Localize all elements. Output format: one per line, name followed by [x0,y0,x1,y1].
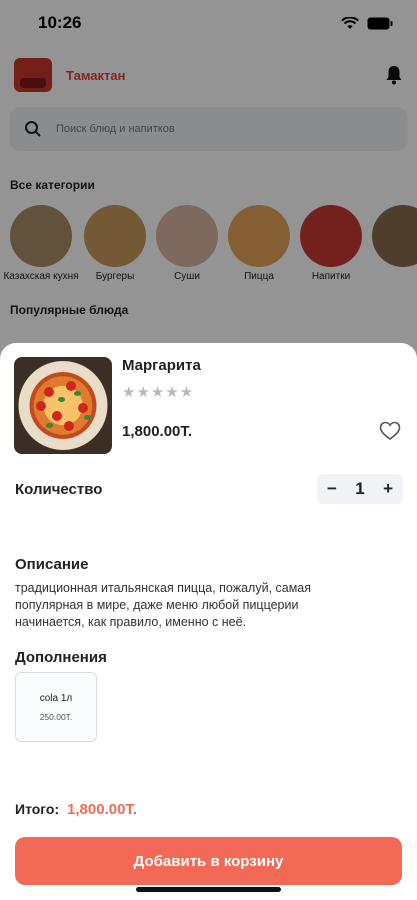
total-value: 1,800.00Т. [67,801,138,818]
home-indicator[interactable] [136,887,281,892]
description-title: Описание [15,556,89,573]
total-row: Итого: 1,800.00Т. [15,801,137,818]
quantity-stepper: − 1 + [317,474,403,504]
heart-icon[interactable] [379,421,401,441]
total-label: Итого: [15,801,60,817]
add-to-cart-button[interactable]: Добавить в корзину [15,837,402,885]
add-to-cart-label: Добавить в корзину [133,852,284,870]
addon-card[interactable]: cola 1л 250.00Т. [15,672,97,742]
description-text: традиционная итальянская пицца, пожалуй,… [15,581,312,629]
addon-price: 250.00Т. [39,712,73,722]
product-name: Маргарита [122,357,201,374]
product-image [14,357,112,454]
addons-title: Дополнения [15,649,107,666]
rating-stars: ★★★★★ [122,384,195,401]
quantity-label: Количество [15,481,103,498]
increment-button[interactable]: + [383,479,393,499]
decrement-button[interactable]: − [327,479,337,499]
product-price: 1,800.00Т. [122,423,193,440]
quantity-value: 1 [355,479,365,498]
product-sheet: Маргарита ★★★★★ 1,800.00Т. Количество − … [0,343,417,900]
addon-name: cola 1л [39,693,73,704]
